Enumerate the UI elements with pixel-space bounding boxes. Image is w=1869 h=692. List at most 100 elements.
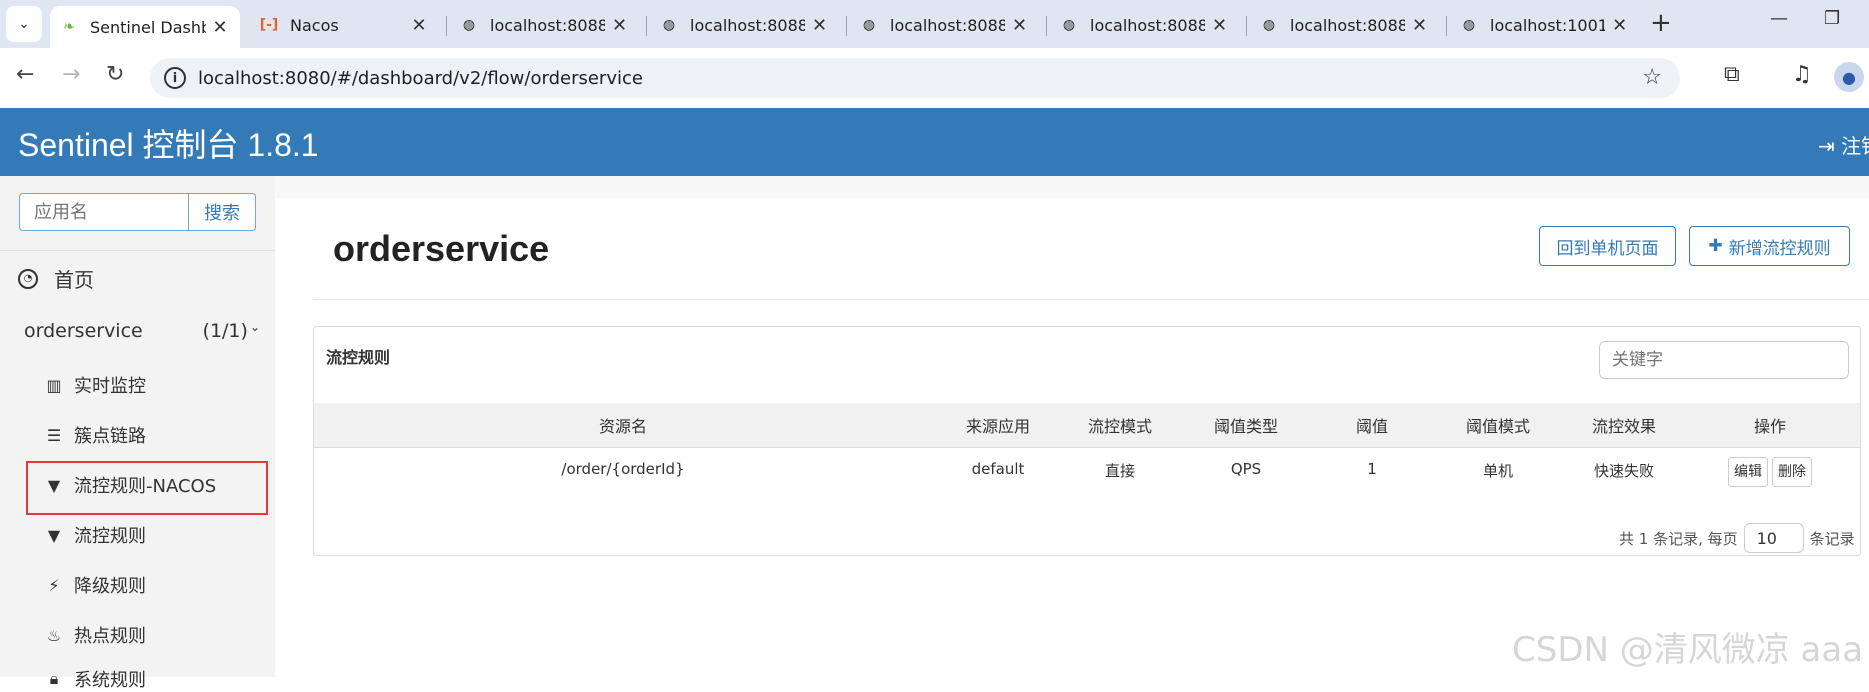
tab-localhost[interactable]: ◍ localhost:8088/ ✕ — [650, 6, 840, 44]
bar-chart-icon: ▥ — [46, 375, 62, 395]
flash-icon: ⚡ — [48, 575, 60, 595]
app-search-group: 搜索 — [19, 193, 256, 231]
tab-title: localhost:8088/ — [490, 15, 606, 35]
logout-link[interactable]: ⇥ 注销 — [1818, 130, 1869, 159]
close-icon[interactable]: ✕ — [212, 17, 228, 38]
app-machine-count: (1/1) — [202, 320, 248, 342]
sidebar: 搜索 ◔ 首页 orderservice (1/1) ⌄ ▥ 实时监控 ☰ 簇点… — [0, 176, 275, 691]
column-header[interactable]: 流控效果 — [1568, 403, 1680, 448]
sidebar-item-realtime-monitor[interactable]: ▥ 实时监控 — [44, 372, 146, 398]
delete-button[interactable]: 删除 — [1772, 457, 1812, 487]
close-icon[interactable]: ✕ — [1411, 15, 1428, 36]
sidebar-item-degrade-rules[interactable]: ⚡ 降级规则 — [44, 572, 146, 598]
fire-icon: ♨ — [46, 625, 62, 645]
sidebar-item-label: 实时监控 — [74, 376, 146, 397]
panel-title: 流控规则 — [326, 348, 391, 367]
list-icon: ☰ — [46, 425, 62, 445]
close-icon[interactable]: ✕ — [1211, 15, 1228, 36]
column-header[interactable]: 操作 — [1680, 403, 1860, 448]
column-header[interactable]: 流控模式 — [1064, 403, 1176, 448]
extensions-icon[interactable]: ⧉ — [1724, 62, 1740, 87]
pager-suffix: 条记录 — [1809, 529, 1855, 548]
pagination: 共 1 条记录, 每页 10 条记录 — [1619, 523, 1855, 553]
sidebar-divider — [0, 250, 275, 251]
main-content: orderservice 回到单机页面 ✚ 新增流控规则 流控规则 资源名 来源… — [275, 176, 1869, 677]
close-icon[interactable]: ✕ — [1611, 15, 1628, 36]
column-header[interactable]: 阈值类型 — [1176, 403, 1316, 448]
page-title: orderservice — [333, 228, 550, 269]
app-search-input[interactable] — [19, 193, 189, 231]
mode-cell: 直接 — [1104, 462, 1135, 480]
cluster-mode-cell: 单机 — [1482, 462, 1513, 480]
sidebar-item-flow-rules[interactable]: ▼ 流控规则 — [44, 522, 146, 548]
keyword-search-input[interactable] — [1599, 341, 1849, 379]
forward-icon[interactable]: → — [62, 62, 80, 87]
tab-title: localhost:1001( — [1490, 15, 1606, 35]
url-field[interactable]: i localhost:8080/#/dashboard/v2/flow/ord… — [150, 58, 1680, 98]
count-cell: 1 — [1367, 460, 1377, 478]
back-to-single-page-button[interactable]: 回到单机页面 — [1539, 226, 1676, 266]
grade-cell: QPS — [1230, 460, 1262, 478]
close-icon[interactable]: ✕ — [611, 15, 628, 36]
tab-localhost[interactable]: ◍ localhost:8088/ ✕ — [850, 6, 1040, 44]
flow-rules-table: 资源名 来源应用 流控模式 阈值类型 阈值 阈值模式 流控效果 操作 /orde… — [314, 403, 1860, 501]
new-tab-icon[interactable]: + — [1650, 8, 1672, 38]
tab-nacos[interactable]: [-] Nacos ✕ — [250, 6, 440, 44]
sidebar-item-system-rules[interactable]: 🔒︎ 系统规则 — [44, 666, 146, 692]
bookmark-star-icon[interactable]: ☆ — [1642, 65, 1662, 90]
tab-localhost[interactable]: ◍ localhost:8088/ ✕ — [1050, 6, 1240, 44]
sidebar-app-orderservice[interactable]: orderservice (1/1) ⌄ — [24, 320, 260, 342]
sidebar-item-label: 首页 — [54, 268, 94, 292]
globe-icon: ◍ — [462, 17, 476, 33]
filter-icon: ▼ — [47, 525, 61, 545]
tab-localhost[interactable]: ◍ localhost:8088/ ✕ — [450, 6, 640, 44]
tab-title: localhost:8088/ — [1290, 15, 1406, 35]
sidebar-item-home[interactable]: ◔ 首页 — [18, 264, 94, 293]
reload-icon[interactable]: ↻ — [106, 62, 124, 87]
lock-icon: 🔒︎ — [49, 669, 59, 688]
column-header[interactable]: 资源名 — [314, 403, 932, 448]
profile-avatar-icon[interactable]: ● — [1834, 62, 1864, 92]
tab-separator — [646, 16, 647, 36]
app-title: Sentinel 控制台 1.8.1 — [18, 127, 319, 163]
site-info-icon[interactable]: i — [164, 67, 186, 89]
flow-rules-panel: 流控规则 资源名 来源应用 流控模式 阈值类型 阈值 阈值模式 流控效果 操作 … — [313, 326, 1861, 556]
column-header[interactable]: 阈值模式 — [1428, 403, 1568, 448]
table-header-row: 资源名 来源应用 流控模式 阈值类型 阈值 阈值模式 流控效果 操作 — [314, 403, 1860, 448]
close-icon[interactable]: ✕ — [410, 15, 428, 36]
tab-title: localhost:8088/ — [890, 15, 1006, 35]
page-size-input[interactable]: 10 — [1743, 523, 1804, 553]
search-button[interactable]: 搜索 — [189, 193, 256, 231]
column-header[interactable]: 阈值 — [1316, 403, 1428, 448]
sidebar-item-label: 流控规则 — [74, 526, 146, 547]
tab-title: Sentinel Dashbo — [90, 17, 206, 37]
tab-localhost[interactable]: ◍ localhost:8088/ ✕ — [1250, 6, 1440, 44]
sidebar-item-label: 簇点链路 — [74, 426, 146, 447]
globe-icon: ◍ — [662, 17, 676, 33]
edit-button[interactable]: 编辑 — [1728, 457, 1768, 487]
back-icon[interactable]: ← — [16, 62, 34, 87]
sidebar-item-cluster-link[interactable]: ☰ 簇点链路 — [44, 422, 146, 448]
dashboard-icon: ◔ — [18, 268, 38, 289]
column-header[interactable]: 来源应用 — [932, 403, 1064, 448]
restore-icon[interactable]: ❐ — [1824, 8, 1840, 29]
minimize-icon[interactable]: — — [1770, 8, 1788, 29]
url-text: localhost:8080/#/dashboard/v2/flow/order… — [198, 67, 643, 89]
add-flow-rule-button[interactable]: ✚ 新增流控规则 — [1689, 226, 1850, 266]
sidebar-item-hotspot-rules[interactable]: ♨ 热点规则 — [44, 622, 146, 648]
browser-tab-bar: ⌄ ❧ Sentinel Dashbo ✕ [-] Nacos ✕ ◍ loca… — [0, 0, 1869, 48]
tab-separator — [1246, 16, 1247, 36]
logout-label: 注销 — [1841, 134, 1869, 158]
highlight-annotation — [26, 461, 268, 515]
close-icon[interactable]: ✕ — [811, 15, 828, 36]
close-icon[interactable]: ✕ — [1011, 15, 1028, 36]
watermark: CSDN @清风微凉 aaa — [1512, 630, 1864, 670]
media-icon[interactable]: ♫ — [1792, 62, 1812, 87]
tab-localhost[interactable]: ◍ localhost:1001( ✕ — [1450, 6, 1640, 44]
globe-icon: ◍ — [862, 17, 876, 33]
tab-separator — [1446, 16, 1447, 36]
tab-separator — [446, 16, 447, 36]
tab-search-button[interactable]: ⌄ — [6, 6, 42, 42]
chevron-down-icon: ⌄ — [249, 320, 260, 334]
tab-sentinel[interactable]: ❧ Sentinel Dashbo ✕ — [50, 6, 240, 48]
